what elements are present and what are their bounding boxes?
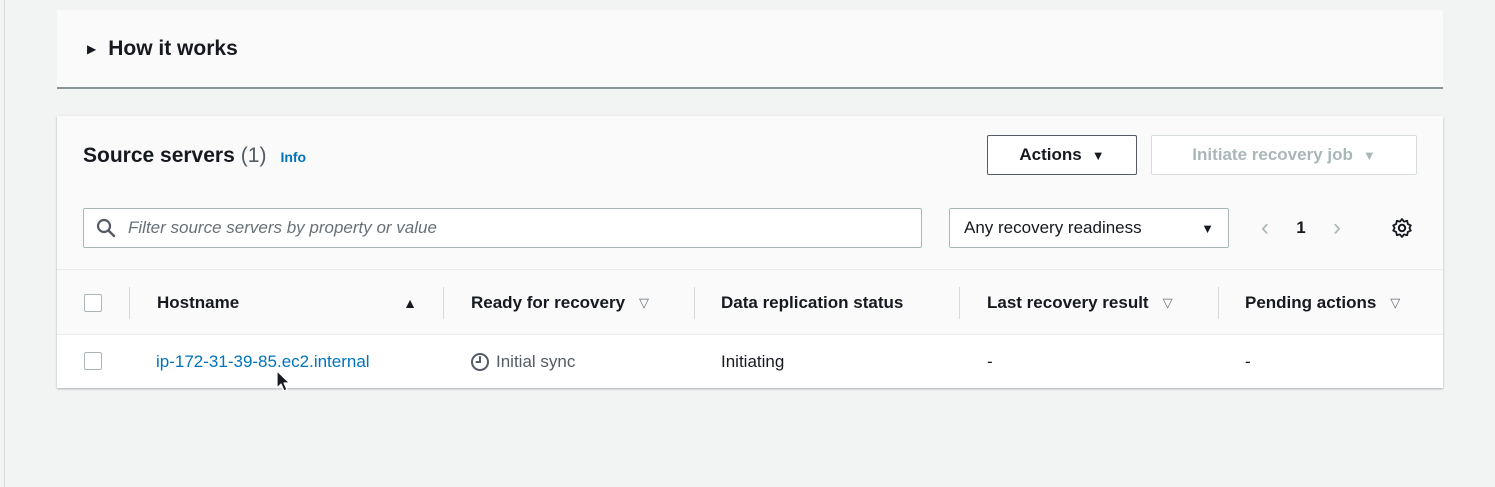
hostname-link[interactable]: ip-172-31-39-85.ec2.internal xyxy=(156,335,370,388)
source-servers-panel: Source servers (1) Info Actions ▼ Initia… xyxy=(57,116,1443,388)
mouse-pointer-icon xyxy=(276,370,292,399)
column-divider xyxy=(1218,287,1219,319)
page-number[interactable]: 1 xyxy=(1279,218,1323,238)
clock-icon xyxy=(470,352,490,372)
caret-right-icon[interactable]: ▶ xyxy=(87,42,96,56)
column-divider xyxy=(959,287,960,319)
table-header: Hostname ▲ Ready for recovery ▽ Data rep… xyxy=(57,269,1443,335)
table-row: ip-172-31-39-85.ec2.internal Initial syn… xyxy=(57,335,1443,388)
column-divider xyxy=(694,287,695,319)
readiness-select-value: Any recovery readiness xyxy=(964,218,1142,237)
source-servers-heading: Source servers (1) Info xyxy=(83,144,306,168)
how-it-works-title[interactable]: How it works xyxy=(108,37,238,61)
actions-button[interactable]: Actions ▼ xyxy=(987,135,1137,175)
page-title: Source servers xyxy=(83,144,235,167)
column-ready-label: Ready for recovery xyxy=(471,293,626,312)
search-icon xyxy=(96,218,116,238)
column-hostname-label: Hostname xyxy=(157,293,240,312)
column-last-recovery-result[interactable]: Last recovery result ▽ xyxy=(987,270,1173,336)
column-divider xyxy=(443,287,444,319)
select-all-checkbox[interactable] xyxy=(84,294,102,312)
column-pending-actions[interactable]: Pending actions ▽ xyxy=(1245,270,1400,336)
sort-asc-icon: ▲ xyxy=(403,295,417,311)
last-recovery-result-cell: - xyxy=(987,351,993,371)
column-hostname[interactable]: Hostname ▲ xyxy=(157,270,417,336)
ready-status-text: Initial sync xyxy=(496,351,576,371)
caret-down-icon: ▼ xyxy=(1362,147,1376,163)
gear-icon[interactable] xyxy=(1391,217,1413,239)
actions-label: Actions xyxy=(1019,145,1082,164)
column-last-result-label: Last recovery result xyxy=(987,293,1149,312)
initiate-label: Initiate recovery job xyxy=(1192,145,1353,164)
column-data-replication-status[interactable]: Data replication status xyxy=(721,270,903,336)
sort-desc-icon: ▽ xyxy=(1390,295,1401,310)
caret-down-icon: ▼ xyxy=(1091,147,1105,163)
pagination: ‹ 1 › xyxy=(1251,208,1351,248)
sort-desc-icon: ▽ xyxy=(639,295,650,310)
recovery-readiness-select[interactable]: Any recovery readiness ▼ xyxy=(949,208,1229,248)
replication-status-cell: Initiating xyxy=(721,351,785,371)
column-pending-label: Pending actions xyxy=(1245,293,1377,312)
page-left-border xyxy=(4,0,5,487)
info-link[interactable]: Info xyxy=(280,149,306,165)
sort-desc-icon: ▽ xyxy=(1162,295,1173,310)
column-replication-label: Data replication status xyxy=(721,293,904,312)
search-input[interactable] xyxy=(128,218,908,238)
chevron-right-icon[interactable]: › xyxy=(1323,214,1351,242)
pending-actions-cell: - xyxy=(1245,351,1251,371)
initiate-recovery-job-button[interactable]: Initiate recovery job ▼ xyxy=(1151,135,1417,175)
server-count: (1) xyxy=(240,144,267,167)
how-it-works-panel[interactable]: ▶ How it works xyxy=(57,10,1443,89)
column-ready-for-recovery[interactable]: Ready for recovery ▽ xyxy=(471,270,649,336)
ready-for-recovery-cell: Initial sync xyxy=(470,335,575,388)
filter-field[interactable] xyxy=(83,208,922,248)
column-divider xyxy=(129,287,130,319)
row-checkbox[interactable] xyxy=(84,352,102,370)
caret-down-icon: ▼ xyxy=(1201,220,1214,236)
chevron-left-icon[interactable]: ‹ xyxy=(1251,214,1279,242)
